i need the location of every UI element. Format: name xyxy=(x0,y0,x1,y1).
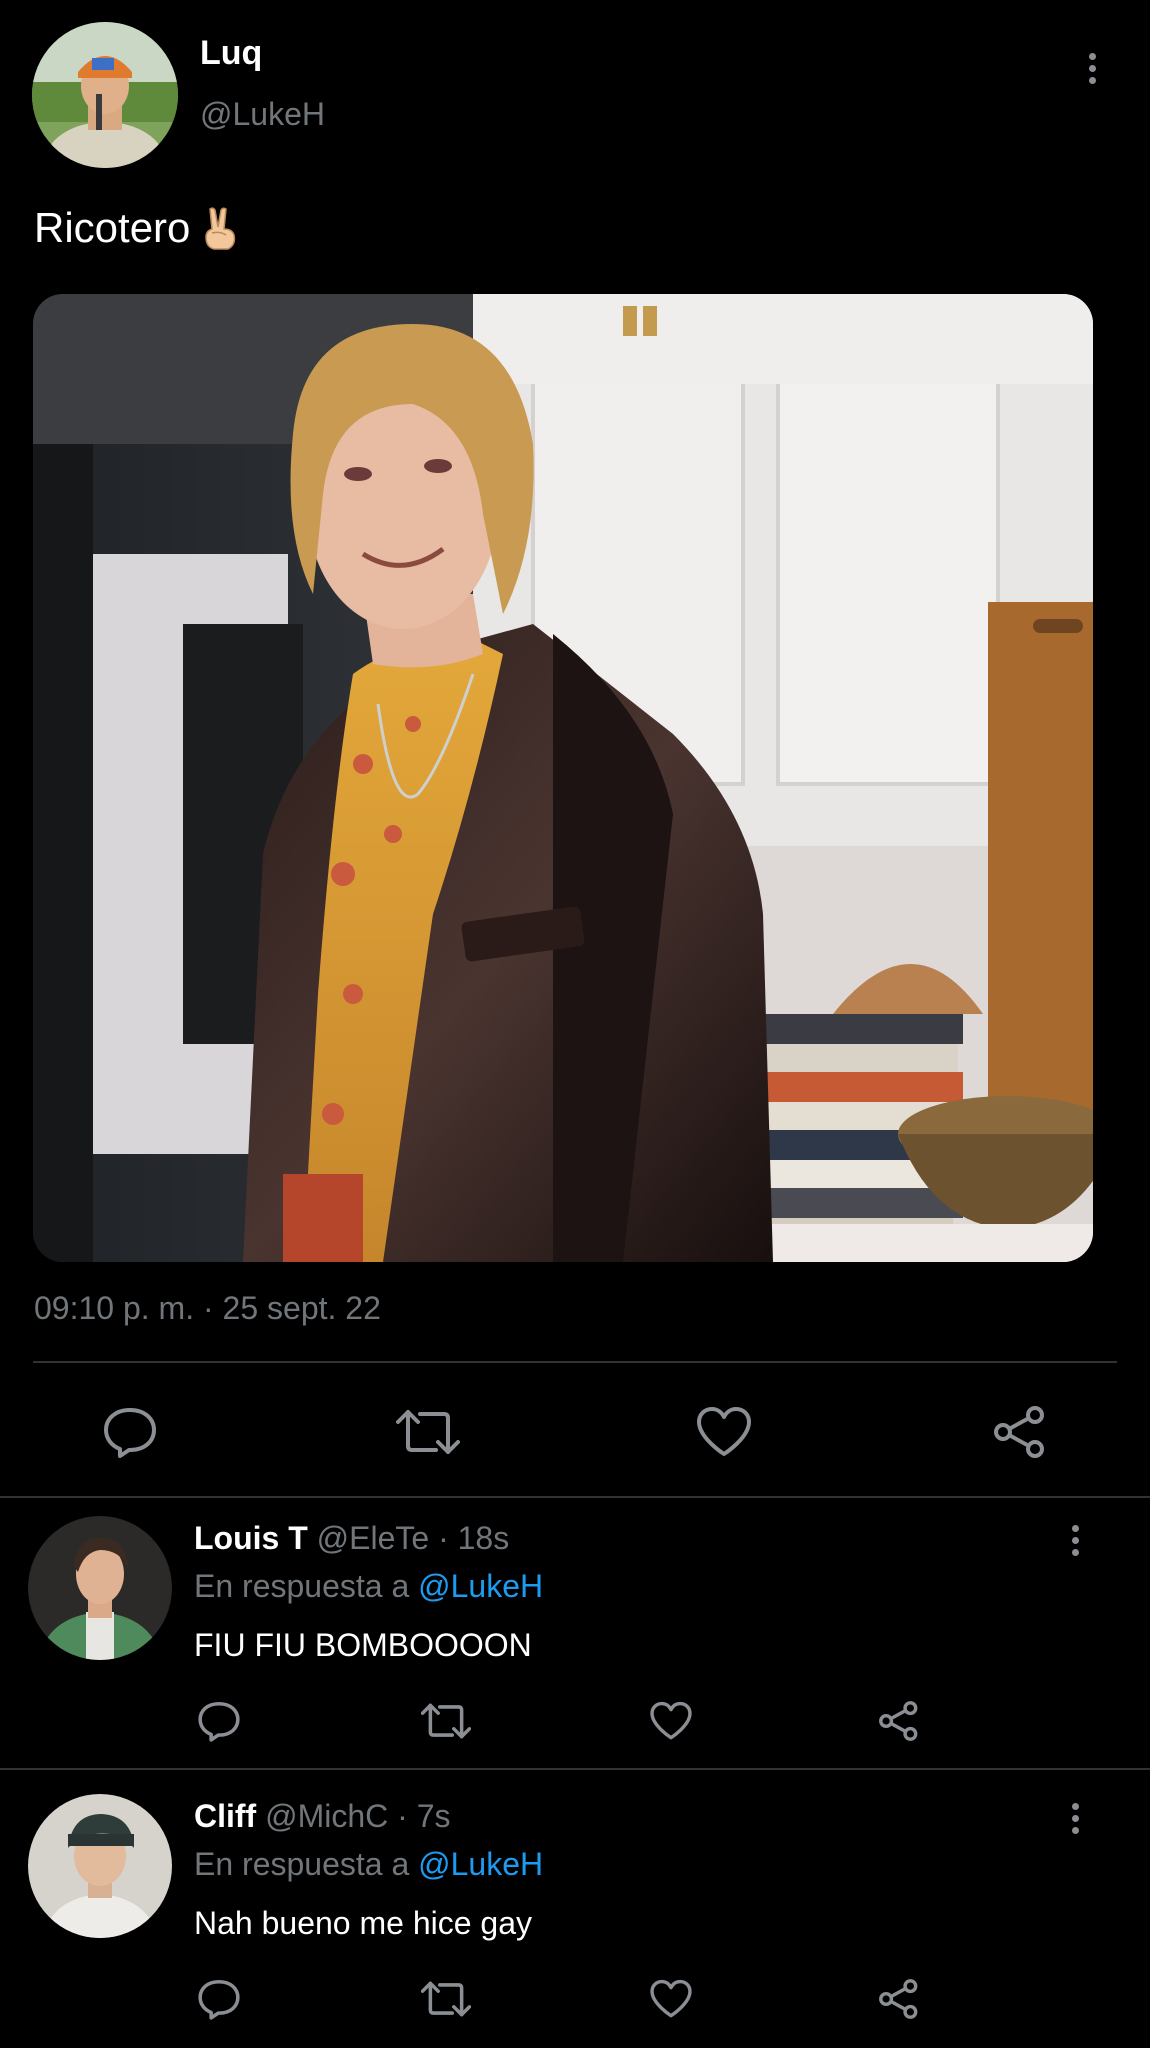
tweet-photo[interactable] xyxy=(33,294,1093,1262)
reply-avatar-image xyxy=(28,1516,172,1660)
reply-avatar[interactable] xyxy=(28,1794,172,1938)
reply-text: Nah bueno me hice gay xyxy=(194,1905,532,1941)
share-button[interactable] xyxy=(876,1698,922,1744)
tweet-text-content: Ricotero xyxy=(34,204,191,251)
like-button[interactable] xyxy=(648,1698,694,1744)
reply-avatar[interactable] xyxy=(28,1516,172,1660)
replying-to: En respuesta a @LukeH xyxy=(194,1568,543,1605)
more-options-icon[interactable] xyxy=(1060,1796,1090,1840)
author-name[interactable]: Luq xyxy=(200,34,262,73)
victory-hand-icon xyxy=(205,207,236,250)
reply-header: Cliff @MichC · 7s xyxy=(194,1798,450,1835)
author-avatar-image xyxy=(32,22,178,168)
replying-to-mention[interactable]: @LukeH xyxy=(418,1846,543,1882)
reply-icon xyxy=(198,1979,240,2020)
reply-time[interactable]: 18s xyxy=(458,1520,510,1556)
tweet-text: Ricotero xyxy=(34,204,238,252)
reply-icon xyxy=(198,1701,240,1742)
like-icon xyxy=(697,1407,751,1456)
reply-text: FIU FIU BOMBOOOON xyxy=(194,1627,532,1663)
retweet-button[interactable] xyxy=(394,1402,462,1462)
replying-to-mention[interactable]: @LukeH xyxy=(418,1568,543,1604)
retweet-button[interactable] xyxy=(420,1698,472,1744)
more-options-icon[interactable] xyxy=(1077,46,1107,90)
share-button[interactable] xyxy=(876,1976,922,2022)
share-button[interactable] xyxy=(986,1402,1054,1462)
reply-separator: · xyxy=(438,1520,449,1556)
retweet-icon xyxy=(421,1981,471,2017)
reply-author-handle[interactable]: @EleTe xyxy=(317,1520,430,1556)
retweet-icon xyxy=(396,1410,460,1454)
share-icon xyxy=(879,1701,918,1741)
author-handle[interactable]: @LukeH xyxy=(200,96,325,133)
author-avatar[interactable] xyxy=(32,22,178,168)
reply-author-name[interactable]: Cliff xyxy=(194,1798,256,1834)
divider xyxy=(33,1361,1117,1363)
tweet-timestamp[interactable]: 09:10 p. m. · 25 sept. 22 xyxy=(34,1290,381,1327)
reply-author-handle[interactable]: @MichC xyxy=(265,1798,388,1834)
share-icon xyxy=(994,1406,1044,1458)
more-options-icon[interactable] xyxy=(1060,1518,1090,1562)
reply-time[interactable]: 7s xyxy=(417,1798,451,1834)
replying-to: En respuesta a @LukeH xyxy=(194,1846,543,1883)
reply-button[interactable] xyxy=(96,1402,164,1462)
like-button[interactable] xyxy=(690,1402,758,1462)
photo-image xyxy=(33,294,1093,1262)
divider xyxy=(0,1768,1150,1770)
share-icon xyxy=(879,1979,918,2019)
reply-button[interactable] xyxy=(196,1698,242,1744)
replying-to-label: En respuesta a xyxy=(194,1568,410,1604)
replying-to-label: En respuesta a xyxy=(194,1846,410,1882)
divider xyxy=(0,1496,1150,1498)
like-button[interactable] xyxy=(648,1976,694,2022)
reply-avatar-image xyxy=(28,1794,172,1938)
like-icon xyxy=(650,1701,692,1740)
reply-button[interactable] xyxy=(196,1976,242,2022)
reply-icon xyxy=(104,1408,156,1458)
like-icon xyxy=(650,1979,692,2018)
reply-header: Louis T @EleTe · 18s xyxy=(194,1520,509,1557)
reply-author-name[interactable]: Louis T xyxy=(194,1520,308,1556)
retweet-icon xyxy=(421,1703,471,1739)
retweet-button[interactable] xyxy=(420,1976,472,2022)
reply-separator: · xyxy=(397,1798,408,1834)
